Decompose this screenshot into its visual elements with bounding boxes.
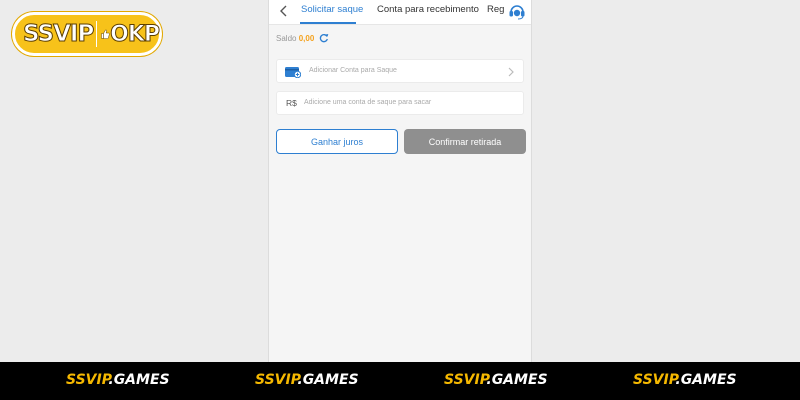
- footer-brand-1: SSVIP.GAMES: [66, 372, 170, 388]
- customer-support-icon[interactable]: [508, 2, 526, 20]
- chevron-right-icon: [508, 67, 514, 77]
- balance-row: Saldo 0,00: [276, 34, 314, 43]
- amount-placeholder: Adicione uma conta de saque para sacar: [304, 99, 432, 106]
- logo-divider: [96, 21, 98, 47]
- tab-registro[interactable]: Reg: [487, 4, 504, 15]
- back-arrow-icon[interactable]: [277, 3, 291, 19]
- logo-ssvip-text: SSVIP: [22, 21, 94, 48]
- footer-brand-4: SSVIP.GAMES: [633, 372, 737, 388]
- balance-label: Saldo: [276, 34, 297, 43]
- footer-brand-2: SSVIP.GAMES: [255, 372, 359, 388]
- wallet-add-icon: [285, 67, 301, 78]
- refresh-icon[interactable]: [319, 33, 329, 43]
- ssvip-okp-logo: SSVIP OKP: [12, 12, 162, 56]
- thumbs-up-icon: [101, 29, 110, 39]
- tab-solicitar-saque[interactable]: Solicitar saque: [301, 4, 363, 15]
- withdrawal-screen: Solicitar saque Conta para recebimento R…: [268, 0, 532, 362]
- tab-bar: Solicitar saque Conta para recebimento R…: [269, 0, 531, 25]
- footer-brand-3: SSVIP.GAMES: [444, 372, 548, 388]
- logo-okp-text: OKP: [110, 21, 161, 47]
- active-tab-indicator: [300, 22, 356, 24]
- footer-banner: SSVIP.GAMES SSVIP.GAMES SSVIP.GAMES SSVI…: [0, 362, 800, 400]
- currency-symbol: R$: [286, 98, 297, 108]
- tab-conta-recebimento[interactable]: Conta para recebimento: [377, 4, 479, 15]
- balance-value: 0,00: [298, 34, 315, 43]
- earn-interest-button[interactable]: Ganhar juros: [276, 129, 398, 154]
- withdrawal-amount-field[interactable]: R$ Adicione uma conta de saque para saca…: [276, 91, 524, 115]
- add-account-label: Adicionar Conta para Saque: [309, 67, 397, 74]
- add-withdrawal-account[interactable]: Adicionar Conta para Saque: [276, 59, 524, 83]
- confirm-withdrawal-button[interactable]: Confirmar retirada: [404, 129, 526, 154]
